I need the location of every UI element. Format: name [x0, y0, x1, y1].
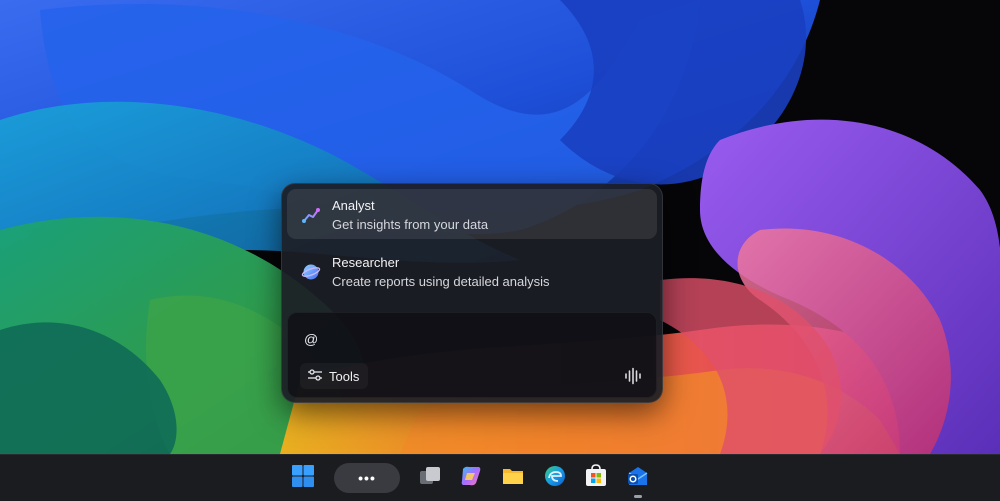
store-icon: [584, 463, 608, 493]
copilot-icon: [459, 464, 483, 493]
agent-description: Get insights from your data: [332, 217, 489, 232]
prompt-input[interactable]: [302, 327, 606, 351]
agent-name: Researcher: [332, 255, 400, 270]
file-explorer-icon: [501, 464, 525, 493]
tools-label: Tools: [329, 368, 360, 384]
outlook-icon: [626, 464, 650, 493]
taskbar: •••: [0, 454, 1000, 501]
agent-name: Analyst: [332, 198, 375, 213]
agent-picker-popup: Analyst Get insights from your data Rese…: [281, 183, 663, 403]
more-icon: •••: [358, 470, 376, 486]
task-view-button[interactable]: [416, 464, 444, 492]
analyst-icon: [301, 205, 321, 225]
store-button[interactable]: [582, 463, 610, 493]
start-icon: [291, 464, 315, 493]
more-apps-button[interactable]: •••: [334, 463, 400, 493]
start-button[interactable]: [289, 464, 317, 492]
prompt-composer: Tools: [287, 312, 657, 398]
active-app-indicator: [634, 495, 642, 498]
agent-item-researcher[interactable]: Researcher Create reports using detailed…: [287, 246, 657, 296]
agent-item-analyst[interactable]: Analyst Get insights from your data: [287, 189, 657, 239]
sliders-icon: [307, 368, 323, 385]
voice-waveform-icon: [622, 367, 644, 391]
tools-button[interactable]: Tools: [300, 363, 368, 389]
edge-icon: [543, 464, 567, 493]
researcher-icon: [301, 262, 321, 282]
agent-description: Create reports using detailed analysis: [332, 274, 550, 289]
voice-button[interactable]: [622, 365, 644, 387]
copilot-button[interactable]: [457, 464, 485, 492]
task-view-icon: [418, 464, 442, 493]
outlook-button[interactable]: [624, 464, 652, 492]
edge-button[interactable]: [541, 464, 569, 492]
file-explorer-button[interactable]: [499, 464, 527, 492]
